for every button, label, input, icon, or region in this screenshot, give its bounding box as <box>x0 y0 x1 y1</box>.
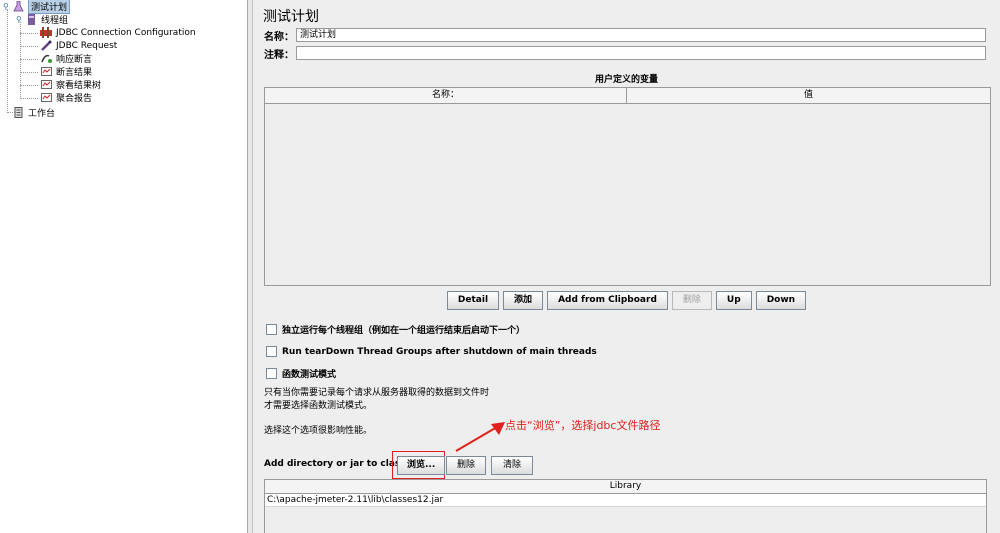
tree-item-label: 断言结果 <box>56 68 93 78</box>
serialize-thread-groups-checkbox[interactable]: 独立运行每个线程组（例如在一个组运行结束后启动下一个） <box>266 323 525 336</box>
down-button[interactable]: Down <box>755 291 807 310</box>
user-vars-title: 用户定义的变量 <box>594 75 658 85</box>
tree-item-label: 察看结果树 <box>56 81 102 91</box>
tree-item-jdbc-request[interactable]: JDBC Request <box>40 39 117 52</box>
classpath-library-table[interactable]: Library C:\apache-jmeter-2.11\lib\classe… <box>264 479 987 533</box>
tutorial-arrow-icon <box>455 422 505 452</box>
classpath-clear-button[interactable]: 清除 <box>491 456 534 475</box>
tree-item-workbench[interactable]: 工作台 <box>12 106 55 119</box>
delete-button[interactable]: 删除 <box>671 291 712 310</box>
checkbox-box[interactable] <box>266 346 277 357</box>
test-plan-tree: ⚲ ⚲ 测试计划 线程组 JDBC Connection Configurati… <box>0 0 247 533</box>
expand-handle-icon[interactable]: ⚲ <box>16 16 23 24</box>
listener-icon <box>40 79 52 90</box>
classpath-delete-button[interactable]: 删除 <box>446 456 487 475</box>
functional-test-mode-checkbox[interactable]: 函数测试模式 <box>266 367 336 380</box>
checkbox-label: Run tearDown Thread Groups after shutdow… <box>282 346 597 357</box>
tree-item-test-plan[interactable]: 测试计划 <box>12 0 71 14</box>
tree-item-thread-group[interactable]: 线程组 <box>25 13 68 26</box>
listener-icon <box>40 66 52 77</box>
thread-group-icon <box>25 14 37 25</box>
tree-line <box>20 98 38 99</box>
test-plan-panel: 测试计划 名称： 测试计划 注释： 用户定义的变量 名称： 值 Detail 添… <box>253 0 1000 533</box>
functional-mode-note-line: 只有当你需要记录每个请求从服务器取得的数据到文件时 <box>264 388 490 398</box>
tree-item-aggregate-report[interactable]: 聚合报告 <box>40 91 92 104</box>
tree-line <box>20 33 38 34</box>
table-row[interactable]: C:\apache-jmeter-2.11\lib\classes12.jar <box>265 494 986 507</box>
tree-item-jdbc-connection-config[interactable]: JDBC Connection Configuration <box>40 26 196 39</box>
checkbox-label: 函数测试模式 <box>282 370 337 380</box>
column-header-value[interactable]: 值 <box>627 88 990 103</box>
tree-line <box>20 46 38 47</box>
expand-handle-icon[interactable]: ⚲ <box>3 3 10 11</box>
config-icon <box>40 27 52 38</box>
name-label: 名称： <box>264 31 294 43</box>
name-row: 名称： <box>264 27 295 43</box>
functional-mode-note-line: 才需要选择函数测试模式。 <box>264 401 373 411</box>
tree-item-view-results-tree[interactable]: 察看结果树 <box>40 78 101 91</box>
performance-note: 选择这个选项很影响性能。 <box>264 426 373 436</box>
tree-item-label: 线程组 <box>41 16 69 26</box>
checkbox-label: 独立运行每个线程组（例如在一个组运行结束后启动下一个） <box>282 326 526 336</box>
checkbox-box[interactable] <box>266 368 277 379</box>
workbench-icon <box>12 107 24 118</box>
tree-item-label: JDBC Connection Configuration <box>56 27 196 38</box>
tree-item-label: 聚合报告 <box>56 94 93 104</box>
sampler-icon <box>40 40 52 51</box>
name-input[interactable]: 测试计划 <box>296 28 986 42</box>
page-title: 测试计划 <box>263 9 319 25</box>
column-header-name[interactable]: 名称： <box>265 88 627 103</box>
comment-input[interactable] <box>296 46 986 60</box>
tree-item-label: JDBC Request <box>56 40 118 51</box>
tree-line <box>20 85 38 86</box>
assertion-icon <box>40 53 52 64</box>
tree-item-label: 工作台 <box>28 109 56 119</box>
teardown-after-shutdown-checkbox[interactable]: Run tearDown Thread Groups after shutdow… <box>266 346 597 357</box>
table-header: 名称： 值 <box>265 88 990 104</box>
library-column-header[interactable]: Library <box>265 480 986 494</box>
tree-item-label: 测试计划 <box>28 0 71 14</box>
tree-line <box>20 72 38 73</box>
detail-button[interactable]: Detail <box>446 291 500 310</box>
add-button[interactable]: 添加 <box>503 291 544 310</box>
user-vars-table[interactable]: 名称： 值 <box>264 87 991 286</box>
tree-line <box>7 9 8 113</box>
tree-item-response-assertion[interactable]: 响应断言 <box>40 52 92 65</box>
tree-item-assertion-results[interactable]: 断言结果 <box>40 65 92 78</box>
checkbox-box[interactable] <box>266 324 277 335</box>
add-from-clipboard-button[interactable]: Add from Clipboard <box>547 291 668 310</box>
tree-item-label: 响应断言 <box>56 55 93 65</box>
tree-line <box>20 59 38 60</box>
comment-row: 注释： <box>264 45 295 61</box>
listener-icon <box>40 92 52 103</box>
tutorial-annotation-text: 点击“浏览”，选择jdbc文件路径 <box>505 419 661 432</box>
vars-button-row: Detail 添加 Add from Clipboard 删除 Up Down <box>253 291 1000 310</box>
browse-button[interactable]: 浏览... <box>397 456 446 475</box>
flask-icon <box>12 1 24 12</box>
comment-label: 注释： <box>264 49 294 61</box>
up-button[interactable]: Up <box>715 291 752 310</box>
